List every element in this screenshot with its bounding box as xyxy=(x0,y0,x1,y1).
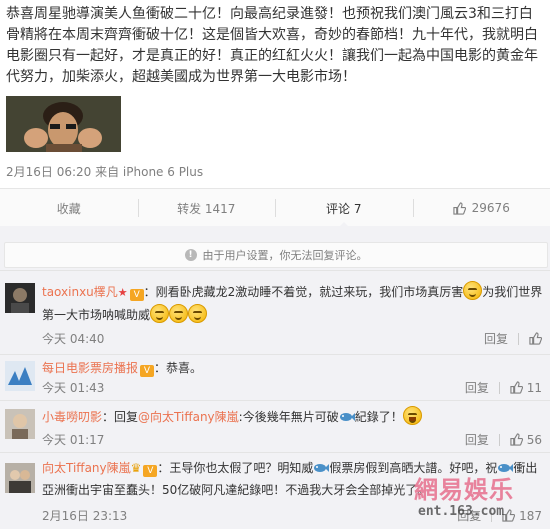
vip-badge-icon: V xyxy=(143,465,157,477)
fish-emoji-icon xyxy=(339,412,355,422)
emoji-icon xyxy=(150,304,169,323)
comment-item: 每日电影票房播报V：恭喜。 今天 01:43 回复 11 xyxy=(0,354,550,401)
comment-username[interactable]: 每日电影票房播报 xyxy=(42,361,138,375)
comment-button[interactable]: 评论 7 xyxy=(275,189,413,227)
comment-body-end: 紀錄了！ xyxy=(355,410,403,424)
comment-body-cont: :今後幾年無片可破 xyxy=(239,410,339,424)
crown-badge-icon: ♛ xyxy=(131,461,142,475)
reply-button[interactable]: 回复 xyxy=(484,330,508,347)
comment-like-count: 56 xyxy=(527,433,542,447)
comment-like-count: 11 xyxy=(527,381,542,395)
reply-button[interactable]: 回复 xyxy=(465,379,489,396)
info-icon: ! xyxy=(185,249,197,261)
like-button[interactable]: 29676 xyxy=(413,189,550,227)
watermark: 網易娛乐 ent.163.com xyxy=(412,470,548,528)
comment-text: 小毒嘮叨影：回复@向太Tiffany陳嵐:今後幾年無片可破 紀錄了！ xyxy=(42,406,544,428)
star-badge-icon: ★ xyxy=(118,286,128,299)
avatar[interactable] xyxy=(5,409,35,439)
emoji-icon xyxy=(169,304,188,323)
comment-text: 每日电影票房播报V：恭喜。 xyxy=(42,357,544,379)
avatar[interactable] xyxy=(5,283,35,313)
comment-body: ：回复 xyxy=(102,410,138,424)
comment-actions: 回复 xyxy=(484,330,542,347)
emoji-icon xyxy=(188,304,207,323)
emoji-icon xyxy=(463,281,482,300)
comment-body: ：恭喜。 xyxy=(154,361,202,375)
comment-like-button[interactable] xyxy=(529,332,542,346)
comment-like-button[interactable]: 11 xyxy=(510,381,542,395)
thumbs-up-icon xyxy=(453,202,466,215)
post-image-thumbnail[interactable] xyxy=(6,96,121,152)
avatar[interactable] xyxy=(5,361,35,391)
vip-badge-icon: V xyxy=(140,365,154,377)
comment-time: 2月16日 23:13 xyxy=(42,507,127,524)
thumbs-up-icon xyxy=(510,381,523,394)
repost-label: 转发 1417 xyxy=(177,200,235,217)
comment-item: taoxinxu檡凡★V：刚看卧虎藏龙2激动睡不着觉，就过来玩，我们市场真厉害为… xyxy=(0,270,550,355)
thumbs-up-icon xyxy=(510,433,523,446)
vip-badge-icon: V xyxy=(130,289,144,301)
divider xyxy=(499,434,500,446)
comment-username[interactable]: 小毒嘮叨影 xyxy=(42,410,102,424)
comment-mention[interactable]: @向太Tiffany陳嵐 xyxy=(138,410,239,424)
repost-button[interactable]: 转发 1417 xyxy=(138,189,276,227)
comment-actions: 回复 56 xyxy=(465,431,542,448)
watermark-brand: 網易娛乐 xyxy=(414,470,514,505)
favorite-button[interactable]: 收藏 xyxy=(0,189,138,227)
comment-body: ：王导你也太假了吧？明知威 xyxy=(157,461,313,475)
avatar[interactable] xyxy=(5,463,35,493)
reply-button[interactable]: 回复 xyxy=(465,431,489,448)
post-meta: 2月16日 06:20 来自 iPhone 6 Plus xyxy=(6,163,203,180)
comment-time: 今天 01:43 xyxy=(42,379,104,396)
favorite-label: 收藏 xyxy=(57,200,81,217)
post-action-bar: 收藏 转发 1417 评论 7 29676 xyxy=(0,188,550,228)
comment-time: 今天 01:17 xyxy=(42,431,104,448)
like-count: 29676 xyxy=(472,201,510,215)
laugh-emoji-icon xyxy=(403,406,422,425)
comment-username[interactable]: taoxinxu檡凡 xyxy=(42,285,118,299)
comment-like-button[interactable]: 56 xyxy=(510,433,542,447)
divider xyxy=(499,382,500,394)
divider xyxy=(518,333,519,345)
comment-text: taoxinxu檡凡★V：刚看卧虎藏龙2激动睡不着觉，就过来玩，我们市场真厉害为… xyxy=(42,281,544,326)
watermark-domain: ent.163.com xyxy=(418,504,504,519)
post-text: 恭喜周星驰導演美人鱼衝破二十亿！向最高纪录進發！也预祝我们澳门風云3和三打白骨精… xyxy=(6,4,546,88)
comment-actions: 回复 11 xyxy=(465,379,542,396)
comment-username[interactable]: 向太Tiffany陳嵐 xyxy=(42,461,131,475)
thumbs-up-icon xyxy=(529,332,542,345)
reply-disabled-notice: ! 由于用户设置，你无法回复评论。 xyxy=(4,242,548,268)
notice-text: 由于用户设置，你无法回复评论。 xyxy=(203,247,368,263)
comment-time: 今天 04:40 xyxy=(42,330,104,347)
fish-emoji-icon xyxy=(313,463,329,473)
comment-body: ：刚看卧虎藏龙2激动睡不着觉，就过来玩，我们市场真厉害 xyxy=(144,285,464,299)
comment-item: 小毒嘮叨影：回复@向太Tiffany陳嵐:今後幾年無片可破 紀錄了！ 今天 01:… xyxy=(0,400,550,453)
comment-label: 评论 7 xyxy=(326,200,361,217)
